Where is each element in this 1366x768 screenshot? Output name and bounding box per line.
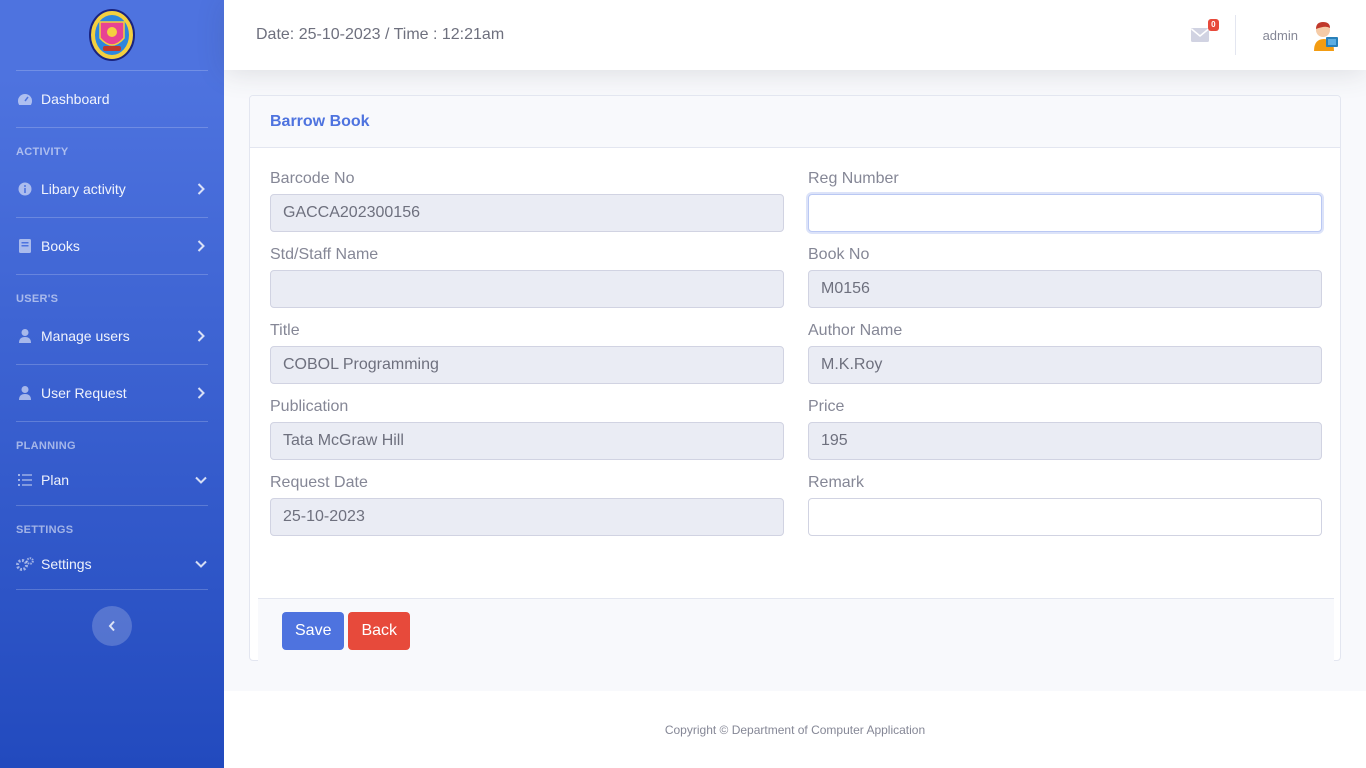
sidebar-item-user-request[interactable]: User Request [0,365,224,421]
price-input[interactable] [808,422,1322,460]
page-footer: Copyright © Department of Computer Appli… [224,691,1366,768]
user-dropdown[interactable]: admin [1263,19,1340,51]
field-publication: Publication [270,396,784,460]
sidebar-item-settings[interactable]: Settings [0,539,224,589]
field-barcode: Barcode No [270,168,784,232]
date-time-display: Date: 25-10-2023 / Time : 12:21am [256,26,505,43]
field-author: Author Name [808,320,1322,384]
topbar-divider [1234,15,1236,55]
field-staff-name: Std/Staff Name [270,244,784,308]
chevron-right-icon [194,182,208,196]
field-title: Title [270,320,784,384]
sidebar-item-books[interactable]: Books [0,218,224,274]
save-button[interactable]: Save [282,611,345,650]
username: admin [1262,27,1298,43]
college-crest-logo [89,9,135,61]
message-count-badge: 0 [1208,19,1219,31]
barcode-input[interactable] [270,194,784,232]
copyright-text: Copyright © Department of Computer Appli… [664,722,926,737]
book-icon [16,237,34,255]
cogs-icon [16,555,34,573]
list-icon [16,471,34,489]
section-heading-settings: SETTINGS [16,524,74,536]
field-label: Book No [808,246,870,263]
card-title: Barrow Book [250,96,1340,148]
field-label: Remark [808,474,865,491]
borrow-form: Barcode No Reg Number Std/Staff Name Boo… [270,168,1322,536]
remark-input[interactable] [808,498,1322,536]
field-label: Price [808,398,845,415]
sidebar-item-label: Settings [41,556,92,572]
sidebar: Dashboard ACTIVITY Libary activity Books… [0,0,224,768]
sidebar-brand[interactable] [0,0,224,70]
chevron-down-icon [194,473,208,487]
field-label: Publication [270,398,349,415]
sidebar-item-dashboard[interactable]: Dashboard [0,71,224,127]
messages-button[interactable]: 0 [1190,19,1219,42]
field-request-date: Request Date [270,472,784,536]
sidebar-item-library-activity[interactable]: Libary activity [0,161,224,217]
reg-number-input[interactable] [808,194,1322,232]
section-heading-users: USER'S [16,293,59,305]
sidebar-item-label: User Request [41,385,127,401]
chevron-down-icon [194,557,208,571]
book-no-input[interactable] [808,270,1322,308]
user-icon [16,384,34,402]
envelope-icon [1190,28,1209,42]
borrow-book-card: Barrow Book Barcode No Reg Number Std/St… [249,95,1341,662]
chevron-right-icon [194,329,208,343]
field-label: Title [270,322,300,339]
section-heading-planning: PLANNING [16,440,76,452]
sidebar-item-label: Manage users [41,328,130,344]
sidebar-item-manage-users[interactable]: Manage users [0,308,224,364]
field-label: Request Date [270,474,368,491]
field-book-no: Book No [808,244,1322,308]
chevron-right-icon [194,239,208,253]
sidebar-toggle-button[interactable] [92,606,132,646]
sidebar-item-label: Books [41,238,80,254]
request-date-input[interactable] [270,498,784,536]
info-circle-icon [16,180,34,198]
field-label: Std/Staff Name [270,246,379,263]
field-label: Author Name [808,322,903,339]
field-label: Barcode No [270,170,355,187]
section-heading-activity: ACTIVITY [16,146,69,158]
field-reg-number: Reg Number [808,168,1322,232]
avatar [1314,22,1338,51]
author-input[interactable] [808,346,1322,384]
staff-name-input[interactable] [270,270,784,308]
user-icon [16,327,34,345]
sidebar-item-plan[interactable]: Plan [0,455,224,505]
chevron-left-icon [108,620,115,632]
chevron-right-icon [194,386,208,400]
title-input[interactable] [270,346,784,384]
back-button[interactable]: Back [348,611,411,650]
publication-input[interactable] [270,422,784,460]
sidebar-item-label: Dashboard [41,91,110,107]
field-label: Reg Number [808,170,899,187]
topbar: Date: 25-10-2023 / Time : 12:21am 0 admi… [224,0,1366,70]
sidebar-item-label: Libary activity [41,181,126,197]
field-price: Price [808,396,1322,460]
sidebar-item-label: Plan [41,472,70,488]
tachometer-icon [16,90,34,108]
card-footer: Save Back [258,598,1334,662]
field-remark: Remark [808,472,1322,536]
